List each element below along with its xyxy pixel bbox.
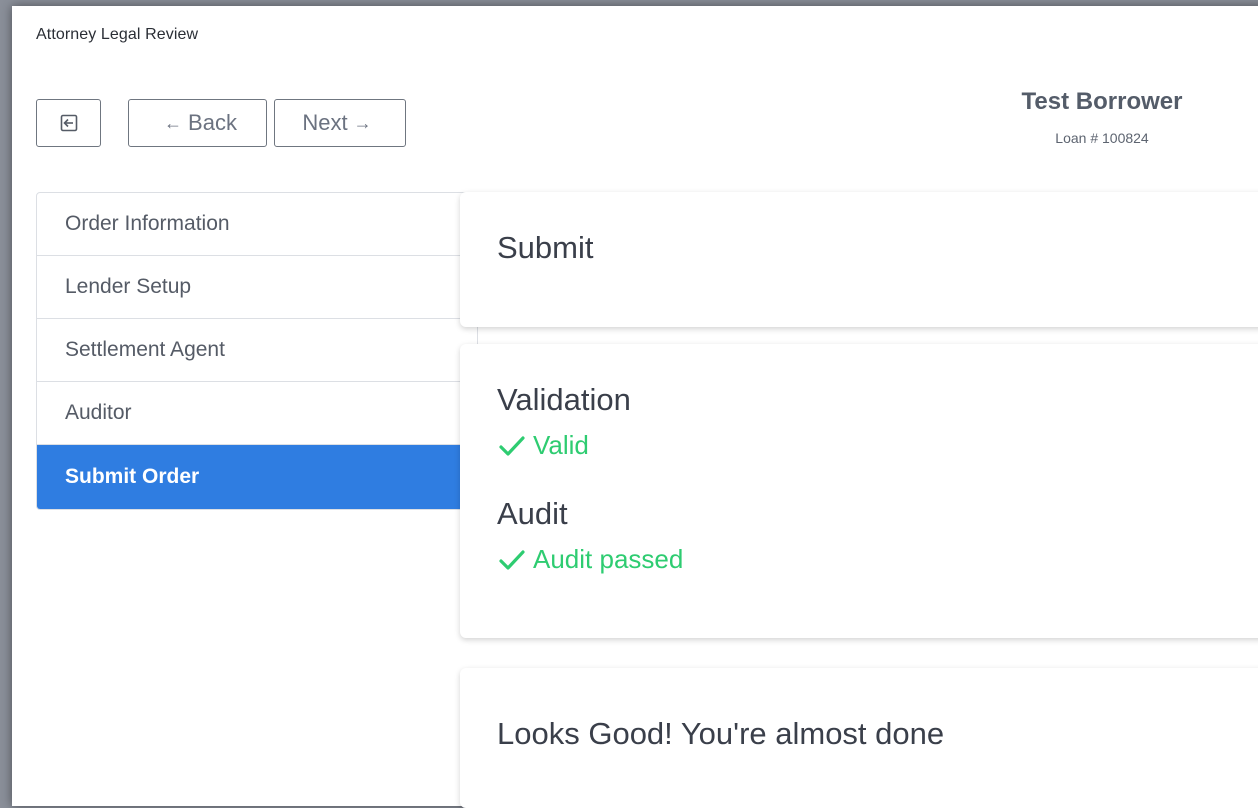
sidebar-item-label: Submit Order <box>65 465 200 488</box>
app-content: Attorney Legal Review ← Back Next → Test… <box>12 6 1258 808</box>
arrow-right-icon: → <box>353 112 372 133</box>
collapse-sidebar-button[interactable] <box>36 99 101 147</box>
audit-heading: Audit <box>497 496 568 531</box>
sidebar-item-label: Auditor <box>65 401 132 424</box>
sidebar-nav: Order Information Lender Setup Settlemen… <box>36 192 478 510</box>
sidebar-item-order-information[interactable]: Order Information <box>37 193 477 256</box>
sidebar-item-label: Settlement Agent <box>65 338 225 361</box>
audit-status: Audit passed <box>497 544 683 575</box>
sidebar-collapse-icon <box>60 114 77 132</box>
validation-heading: Validation <box>497 382 631 417</box>
back-button-label: Back <box>188 110 237 135</box>
arrow-left-icon: ← <box>164 112 183 133</box>
submit-heading: Submit <box>497 230 594 265</box>
sidebar-item-submit-order[interactable]: Submit Order <box>37 445 477 509</box>
next-button[interactable]: Next → <box>274 99 406 147</box>
check-icon <box>499 435 525 456</box>
validation-status-text: Valid <box>533 430 589 460</box>
completion-heading: Looks Good! You're almost done <box>497 716 945 751</box>
sidebar-item-settlement-agent[interactable]: Settlement Agent <box>37 319 477 382</box>
sidebar-item-label: Lender Setup <box>65 275 192 298</box>
check-icon <box>499 549 525 570</box>
sidebar-item-auditor[interactable]: Auditor <box>37 382 477 445</box>
completion-card: Looks Good! You're almost done <box>460 668 1258 808</box>
submit-card: Submit <box>460 192 1258 327</box>
audit-status-text: Audit passed <box>533 544 684 574</box>
loan-number: Loan # 100824 <box>1055 130 1149 146</box>
validation-card: Validation Valid Audit Audit passed <box>460 344 1258 638</box>
sidebar-item-label: Order Information <box>65 212 230 235</box>
page-title: Attorney Legal Review <box>36 26 199 43</box>
borrower-name: Test Borrower <box>1021 88 1183 115</box>
validation-status: Valid <box>497 430 589 461</box>
sidebar-item-lender-setup[interactable]: Lender Setup <box>37 256 477 319</box>
borrower-info: Test Borrower Loan # 100824 <box>892 88 1258 146</box>
next-button-label: Next <box>302 110 348 135</box>
back-button[interactable]: ← Back <box>128 99 267 147</box>
app-window: Attorney Legal Review ← Back Next → Test… <box>12 6 1258 808</box>
